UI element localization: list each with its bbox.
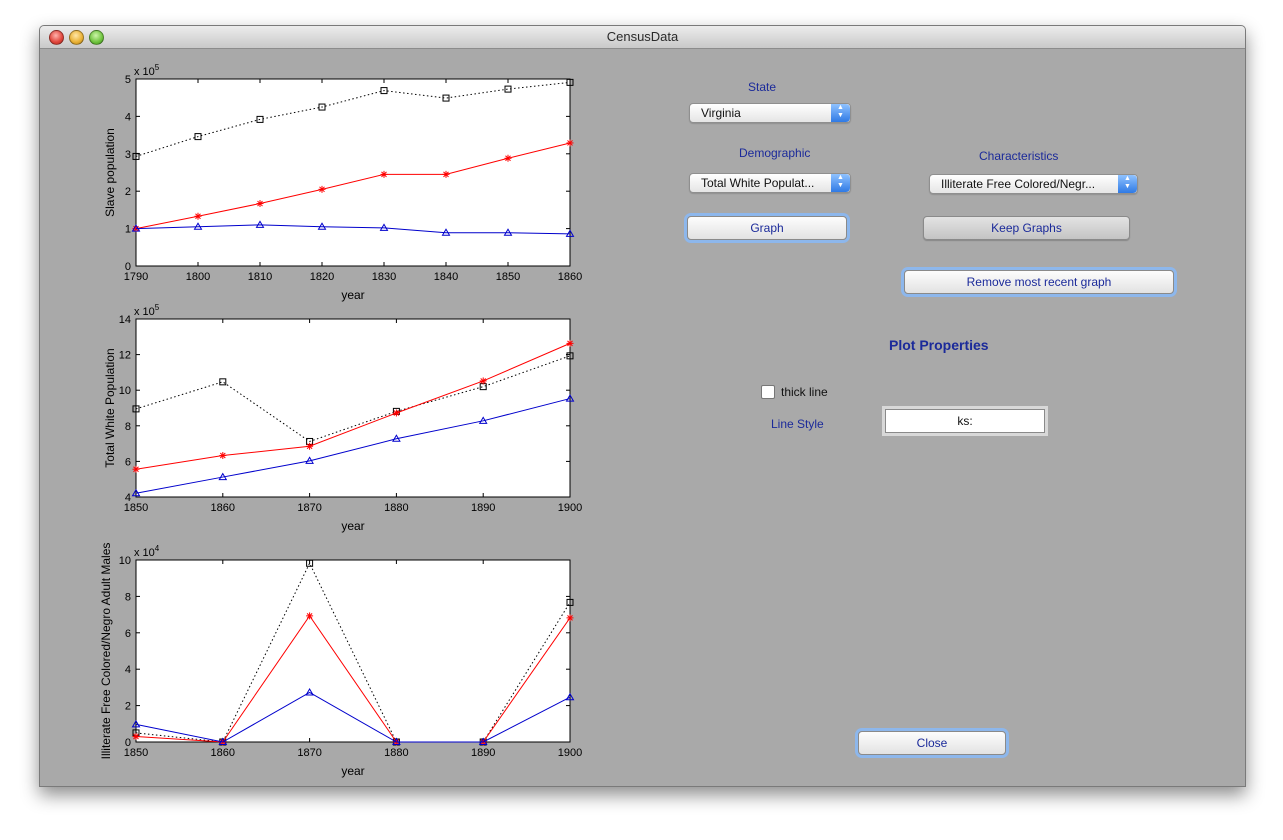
x-tick-label: 1880 — [384, 747, 408, 759]
window-title: CensusData — [606, 29, 679, 44]
x-tick-label: 1880 — [384, 502, 408, 514]
x-tick-label: 1890 — [471, 502, 495, 514]
data-point — [256, 200, 264, 208]
demographic-select[interactable]: Total White Populat... ▲ ▼ — [689, 173, 851, 193]
y-tick-label: 2 — [125, 701, 131, 713]
axis-exponent-label: x 105 — [134, 63, 160, 78]
x-tick-label: 1820 — [310, 271, 334, 283]
line-style-label: Line Style — [771, 417, 824, 431]
close-button[interactable]: Close — [858, 731, 1006, 755]
x-tick-label: 1850 — [496, 271, 520, 283]
y-tick-label: 3 — [125, 149, 131, 161]
characteristics-label: Characteristics — [979, 149, 1059, 163]
chart-2: 1850 1860 1870 1880 1890 1900468101214x 105ye… — [103, 303, 582, 533]
axis-exponent-label: x 104 — [134, 544, 160, 559]
x-tick-label: 1890 — [471, 747, 495, 759]
data-point — [219, 452, 227, 460]
y-tick-label: 0 — [125, 261, 131, 273]
y-tick-label: 1 — [125, 224, 131, 236]
y-tick-label: 10 — [119, 385, 131, 397]
x-tick-label: 1830 — [372, 271, 396, 283]
title-bar[interactable]: CensusData — [40, 26, 1245, 49]
select-arrows-icon: ▲ ▼ — [831, 104, 850, 122]
x-axis-label: year — [341, 764, 364, 778]
x-tick-label: 1860 — [211, 747, 235, 759]
data-point — [132, 733, 140, 741]
select-arrows-icon: ▲ ▼ — [831, 174, 850, 192]
x-tick-label: 1810 — [248, 271, 272, 283]
y-tick-label: 8 — [125, 421, 131, 433]
plot-area — [135, 78, 571, 267]
demographic-select-value: Total White Populat... — [701, 176, 815, 190]
x-axis-label: year — [341, 519, 364, 533]
y-tick-label: 10 — [119, 555, 131, 567]
y-tick-label: 4 — [125, 111, 131, 123]
data-point — [566, 614, 574, 622]
chart-3: 1850 1860 1870 1880 1890 19000246810x 104year… — [99, 543, 582, 778]
data-point — [306, 612, 314, 620]
chart-1: 1790 1800 1810 1820 1830 1840 1850 1860012345x … — [103, 63, 582, 302]
characteristics-select-value: Illiterate Free Colored/Negr... — [941, 177, 1096, 191]
data-point — [132, 465, 140, 473]
y-axis-label: Illiterate Free Colored/Negro Adult Male… — [99, 543, 113, 760]
y-tick-label: 12 — [119, 350, 131, 362]
thick-line-label: thick line — [781, 385, 828, 399]
characteristics-select[interactable]: Illiterate Free Colored/Negr... ▲ ▼ — [929, 174, 1138, 194]
data-point — [306, 442, 314, 450]
data-point — [380, 170, 388, 178]
x-tick-label: 1800 — [186, 271, 210, 283]
x-axis-label: year — [341, 288, 364, 302]
data-point — [566, 139, 574, 147]
y-tick-label: 6 — [125, 628, 131, 640]
y-tick-label: 4 — [125, 664, 131, 676]
y-axis-label: Total White Population — [103, 348, 117, 467]
data-point — [479, 377, 487, 385]
x-tick-label: 1900 — [558, 747, 582, 759]
y-tick-label: 0 — [125, 737, 131, 749]
keep-graphs-button[interactable]: Keep Graphs — [923, 216, 1130, 240]
x-tick-label: 1860 — [558, 271, 582, 283]
y-tick-label: 14 — [119, 314, 131, 326]
y-tick-label: 6 — [125, 456, 131, 468]
data-point — [318, 185, 326, 193]
demographic-label: Demographic — [739, 146, 811, 160]
axis-exponent-label: x 105 — [134, 303, 160, 318]
y-tick-label: 4 — [125, 492, 131, 504]
y-axis-label: Slave population — [103, 128, 117, 217]
y-tick-label: 5 — [125, 74, 131, 86]
y-tick-label: 2 — [125, 186, 131, 198]
remove-recent-graph-button[interactable]: Remove most recent graph — [904, 270, 1174, 294]
state-label: State — [748, 80, 777, 94]
plot-properties-heading: Plot Properties — [889, 337, 989, 353]
thick-line-checkbox[interactable] — [761, 385, 775, 399]
plot-area — [135, 318, 571, 498]
select-arrows-icon: ▲ ▼ — [1118, 175, 1137, 193]
data-point — [194, 212, 202, 220]
data-point — [504, 154, 512, 162]
graph-button[interactable]: Graph — [687, 216, 847, 240]
data-point — [392, 409, 400, 417]
x-tick-label: 1860 — [211, 502, 235, 514]
y-tick-label: 8 — [125, 591, 131, 603]
x-tick-label: 1840 — [434, 271, 458, 283]
data-point — [566, 339, 574, 347]
census-data-window: CensusData 1790 1800 1810 1820 1830 1840 1850 1… — [39, 25, 1246, 787]
x-tick-label: 1870 — [297, 502, 321, 514]
line-style-input[interactable]: ks: — [885, 409, 1045, 433]
plots-area: 1790 1800 1810 1820 1830 1840 1850 1860012345x … — [99, 63, 582, 778]
plot-area — [135, 559, 571, 743]
data-point — [442, 170, 450, 178]
x-tick-label: 1900 — [558, 502, 582, 514]
state-select-value: Virginia — [701, 106, 741, 120]
x-tick-label: 1870 — [297, 747, 321, 759]
state-select[interactable]: Virginia ▲ ▼ — [689, 103, 851, 123]
